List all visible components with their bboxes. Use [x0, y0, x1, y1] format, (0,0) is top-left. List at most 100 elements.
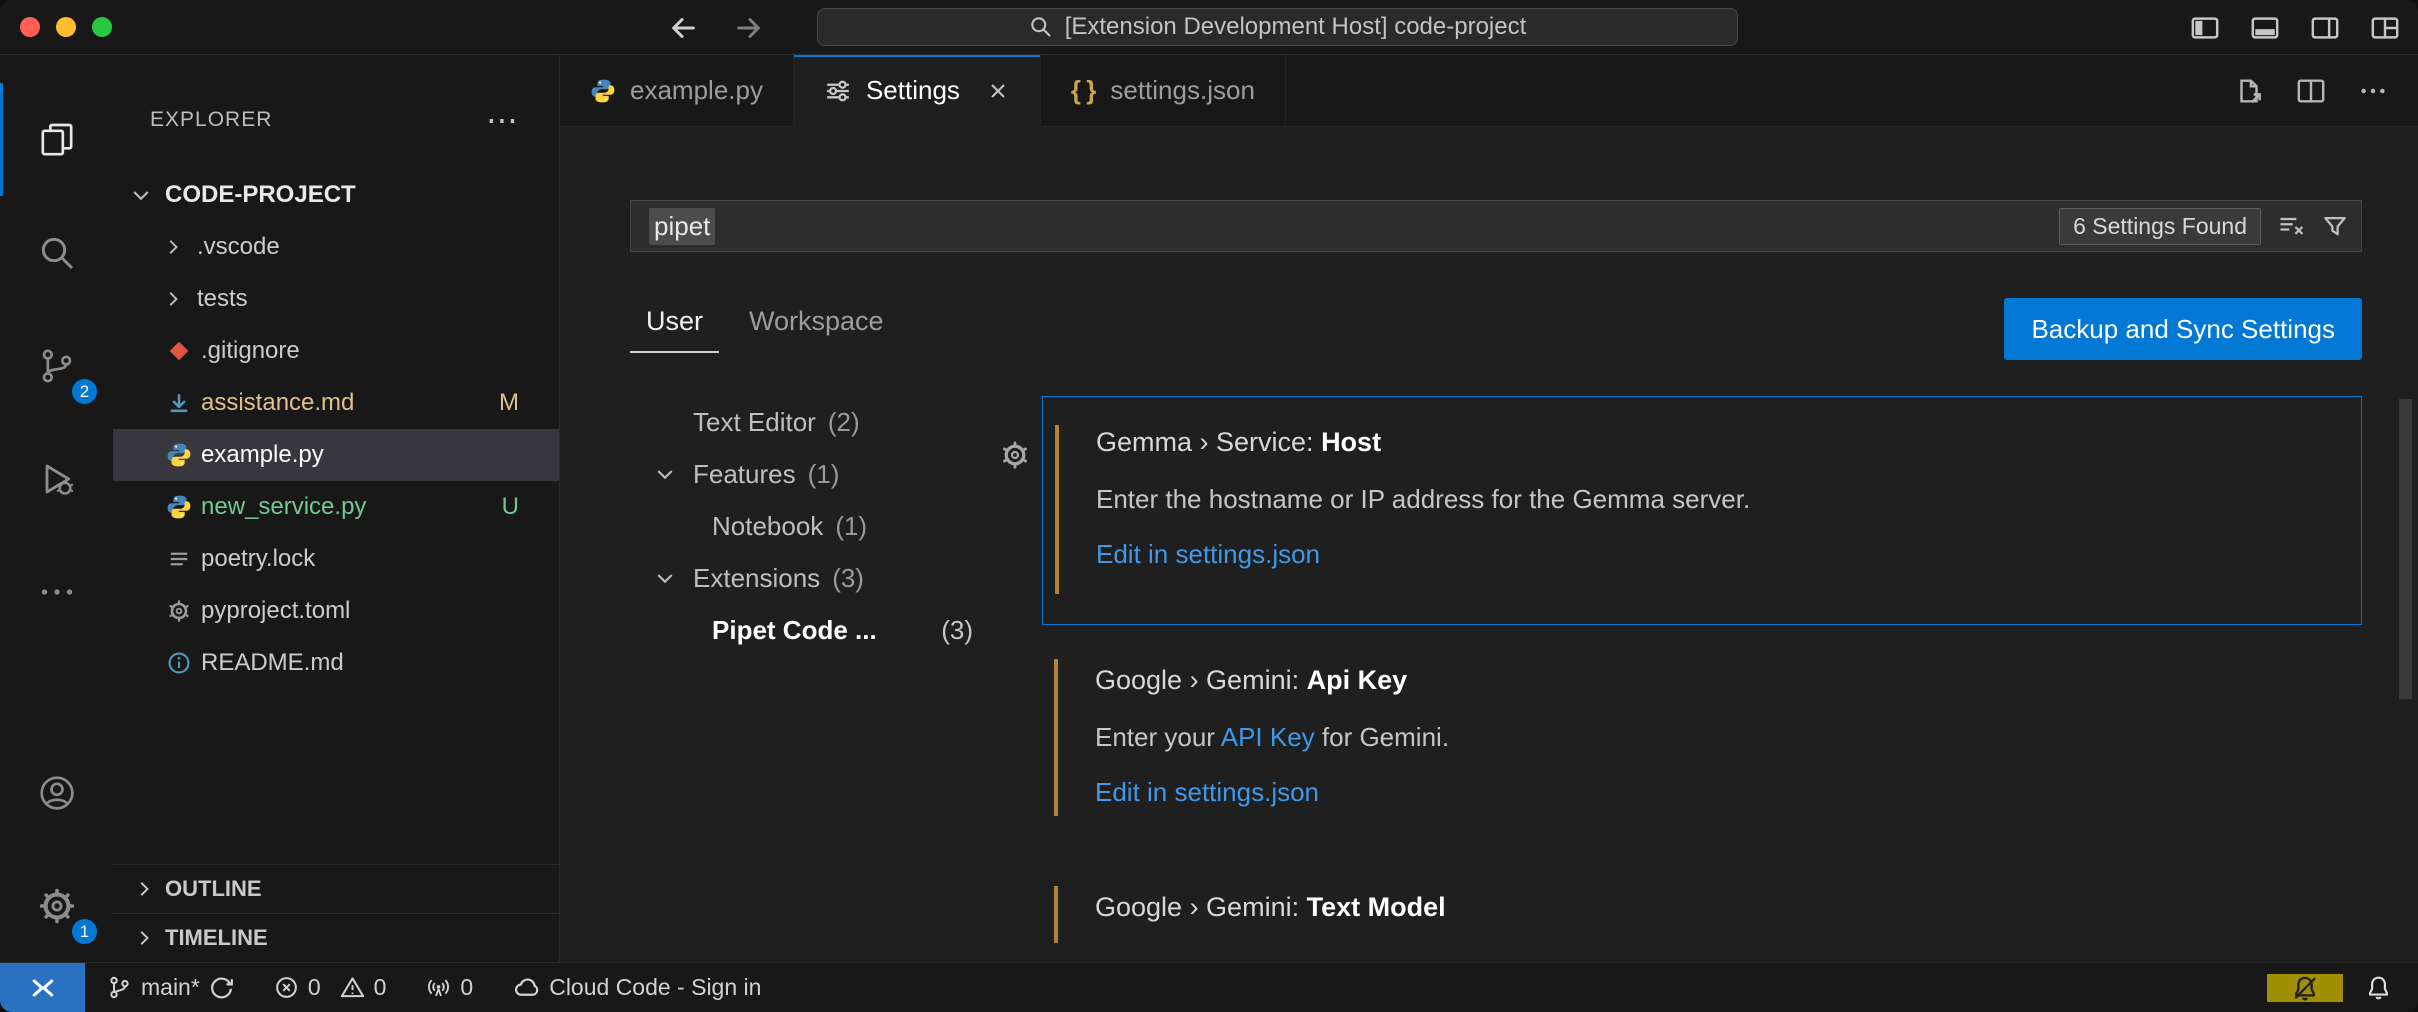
toc-label: Notebook — [712, 511, 823, 542]
explorer-item-poetry-lock[interactable]: poetry.lock — [113, 533, 559, 585]
warnings-count: 0 — [374, 974, 387, 1001]
maximize-window-button[interactable] — [92, 17, 112, 37]
activity-search[interactable] — [0, 196, 113, 309]
toc-notebook[interactable]: Notebook (1) — [630, 500, 985, 552]
scrollbar-thumb[interactable] — [2399, 399, 2412, 699]
filter-icon[interactable] — [2321, 212, 2349, 240]
open-settings-json-icon[interactable] — [2234, 76, 2264, 106]
back-icon[interactable] — [668, 13, 698, 43]
toggle-sidebar-icon[interactable] — [2190, 13, 2220, 43]
explorer-item-pyproject[interactable]: pyproject.toml — [113, 585, 559, 637]
tab-example-py[interactable]: example.py — [560, 55, 794, 126]
warnings-icon — [340, 975, 365, 1000]
activity-run-debug[interactable] — [0, 422, 113, 535]
edit-in-settings-json-link[interactable]: Edit in settings.json — [1095, 777, 2362, 808]
activity-account[interactable] — [0, 736, 113, 849]
chevron-down-icon — [127, 183, 155, 207]
toc-features[interactable]: Features (1) — [630, 448, 985, 500]
clear-search-icon[interactable] — [2277, 212, 2305, 240]
explorer-item-new-service[interactable]: new_service.py U — [113, 481, 559, 533]
settings-scope-tabs: User Workspace Backup and Sync Settings — [630, 298, 2362, 360]
python-icon — [590, 78, 616, 104]
activity-source-control[interactable]: 2 — [0, 309, 113, 422]
item-label: poetry.lock — [201, 545, 315, 573]
split-editor-icon[interactable] — [2296, 76, 2326, 106]
item-label: .vscode — [197, 233, 280, 261]
explorer-root-folder[interactable]: CODE-PROJECT — [113, 169, 559, 221]
activity-bar: 2 — [0, 55, 113, 962]
backup-sync-button[interactable]: Backup and Sync Settings — [2004, 298, 2362, 360]
activity-explorer[interactable] — [0, 83, 113, 196]
modified-indicator — [1055, 425, 1059, 594]
customize-layout-icon[interactable] — [2370, 13, 2400, 43]
cloud-icon — [513, 974, 540, 1001]
toc-label: Features — [693, 459, 796, 490]
cloud-code-status-item[interactable]: Cloud Code - Sign in — [513, 974, 761, 1001]
toc-pipet-code[interactable]: Pipet Code ... (3) — [630, 604, 985, 656]
toc-text-editor[interactable]: Text Editor (2) — [630, 396, 985, 448]
timeline-section[interactable]: TIMELINE — [113, 913, 559, 962]
chevron-right-icon — [133, 927, 155, 949]
explorer-item-gitignore[interactable]: .gitignore — [113, 325, 559, 377]
explorer-more-actions-icon[interactable]: ⋯ — [486, 115, 519, 125]
explorer-item-assistance[interactable]: assistance.md M — [113, 377, 559, 429]
ports-status-item[interactable]: 0 — [426, 974, 473, 1001]
setting-google-gemini-api-key[interactable]: Google › Gemini: Api Key Enter your API … — [1042, 649, 2362, 828]
close-tab-icon[interactable] — [986, 79, 1010, 103]
forward-icon[interactable] — [734, 13, 764, 43]
settings-search-input[interactable]: pipet 6 Settings Found — [630, 200, 2362, 252]
tab-settings[interactable]: Settings — [794, 55, 1041, 127]
tab-label: Settings — [866, 75, 960, 106]
notifications-bell[interactable] — [2343, 974, 2418, 1002]
toml-gear-icon — [165, 599, 193, 623]
minimize-window-button[interactable] — [56, 17, 76, 37]
toc-label: Extensions — [693, 563, 820, 594]
tab-settings-json[interactable]: { } settings.json — [1041, 55, 1286, 126]
do-not-disturb-indicator[interactable] — [2267, 974, 2343, 1002]
settings-toc: Text Editor (2) Features (1) Notebook — [630, 396, 985, 943]
toc-count: (2) — [828, 407, 860, 438]
toc-count: (1) — [808, 459, 840, 490]
item-label: pyproject.toml — [201, 597, 350, 625]
toggle-panel-icon[interactable] — [2250, 13, 2280, 43]
scope-tab-user[interactable]: User — [630, 298, 719, 353]
branch-status-item[interactable]: main* — [107, 974, 234, 1001]
more-actions-icon[interactable] — [2358, 76, 2388, 106]
explorer-item-readme[interactable]: README.md — [113, 637, 559, 689]
activity-more[interactable] — [0, 535, 113, 648]
scope-tab-workspace[interactable]: Workspace — [733, 298, 900, 351]
remote-indicator[interactable] — [0, 963, 85, 1012]
close-window-button[interactable] — [20, 17, 40, 37]
explorer-item-vscode[interactable]: .vscode — [113, 221, 559, 273]
python-icon — [165, 442, 193, 468]
edit-in-settings-json-link[interactable]: Edit in settings.json — [1096, 539, 2361, 570]
activity-settings[interactable]: 1 — [0, 849, 113, 962]
python-icon — [165, 494, 193, 520]
toggle-secondary-sidebar-icon[interactable] — [2310, 13, 2340, 43]
setting-gear-icon[interactable] — [1000, 440, 1030, 470]
editor-group: example.py Settings { } settings.json — [560, 55, 2418, 962]
bell-slash-icon — [2291, 974, 2319, 1002]
settings-list: Gemma › Service: Host Enter the hostname… — [1042, 396, 2362, 943]
chevron-down-icon — [650, 566, 680, 590]
api-key-link[interactable]: API Key — [1221, 722, 1315, 752]
tab-label: settings.json — [1110, 75, 1255, 106]
explorer-tree: CODE-PROJECT .vscode tests — [113, 169, 559, 864]
toc-extensions[interactable]: Extensions (3) — [630, 552, 985, 604]
setting-google-gemini-text-model[interactable]: Google › Gemini: Text Model — [1042, 852, 2362, 943]
title-bar: [Extension Development Host] code-projec… — [0, 0, 2418, 55]
outline-section[interactable]: OUTLINE — [113, 864, 559, 913]
setting-title: Google › Gemini: Api Key — [1095, 665, 2362, 696]
explorer-item-example[interactable]: example.py — [113, 429, 559, 481]
chevron-right-icon — [159, 288, 187, 310]
status-bar: main* 0 0 0 Cloud Code - Sign i — [0, 962, 2418, 1012]
problems-status-item[interactable]: 0 0 — [274, 974, 387, 1001]
gear-icon — [38, 887, 76, 925]
sync-icon[interactable] — [209, 975, 234, 1000]
explorer-item-tests[interactable]: tests — [113, 273, 559, 325]
modified-indicator — [1054, 659, 1058, 816]
setting-gemma-service-host[interactable]: Gemma › Service: Host Enter the hostname… — [1042, 396, 2362, 625]
command-center[interactable]: [Extension Development Host] code-projec… — [817, 8, 1738, 46]
outline-label: OUTLINE — [165, 876, 262, 902]
chevron-right-icon — [133, 878, 155, 900]
